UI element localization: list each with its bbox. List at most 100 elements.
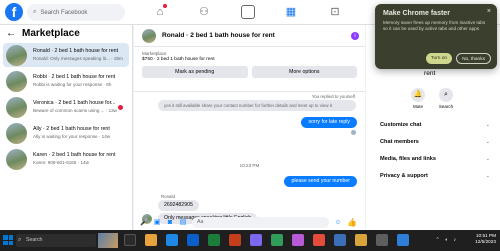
- image-icon[interactable]: ▣: [153, 218, 161, 226]
- search-icon: ⌕: [33, 9, 37, 15]
- sender-name: Ronald: [161, 194, 175, 199]
- edge-icon[interactable]: [166, 234, 178, 246]
- sticker-icon[interactable]: ◙: [166, 219, 174, 226]
- listing-price-title[interactable]: $750 · 2 bed 1 bath house for rent: [142, 57, 357, 62]
- message-bubble-outgoing[interactable]: please send your number: [284, 176, 357, 187]
- microphone-icon[interactable]: 🎤: [140, 218, 149, 226]
- close-icon[interactable]: ×: [487, 8, 491, 15]
- chevron-down-icon: ⌄: [485, 156, 490, 162]
- sidebar-title: Marketplace: [22, 27, 80, 39]
- widgets-icon[interactable]: [98, 233, 118, 248]
- emoji-icon[interactable]: ☺: [334, 219, 342, 226]
- clock[interactable]: 10:51 PM 12/5/2023: [475, 233, 496, 245]
- file-explorer-icon[interactable]: [145, 234, 157, 246]
- windows-start-icon[interactable]: [3, 235, 13, 245]
- conversation-name: Veronica · 2 bed 1 bath house for...: [33, 100, 116, 106]
- chrome-icon[interactable]: [271, 234, 283, 246]
- message-bubble-outgoing[interactable]: sorry for late reply: [301, 117, 357, 128]
- marketplace-listing-box: Marketplace $750 · 2 bed 1 bath house fo…: [134, 47, 365, 92]
- search-facebook-input[interactable]: ⌕ Search Facebook: [27, 4, 125, 21]
- app-icon[interactable]: [376, 234, 388, 246]
- chrome-memory-saver-popup: Make Chrome faster × Memory saver frees …: [375, 4, 497, 69]
- media-files-links-row[interactable]: Media, files and links ⌄: [380, 156, 490, 162]
- people-icon[interactable]: ⚇: [197, 5, 211, 19]
- like-icon[interactable]: 👍: [347, 218, 357, 227]
- app-icon[interactable]: [334, 234, 346, 246]
- customize-chat-row[interactable]: Customize chat ⌄: [380, 122, 490, 128]
- conversation-preview: Ronald: Only messages speaking lit... · …: [33, 56, 123, 61]
- conversation-preview: Beware of common scams using ... · 13w: [33, 108, 117, 113]
- sidebar-header: ← Marketplace: [0, 25, 132, 41]
- conversation-name: Ronald · 2 bed 1 bath house for rent: [33, 48, 119, 54]
- turn-on-button[interactable]: Turn on: [425, 53, 453, 64]
- no-thanks-button[interactable]: No, thanks: [456, 53, 491, 64]
- message-composer: 🎤 ▣ ◙ ▤ Aa ☺ 👍: [134, 214, 365, 230]
- seen-avatar: [351, 130, 356, 135]
- info-icon[interactable]: i: [351, 32, 359, 40]
- conversation-name: Karen · 2 bed 1 bath house for rent: [33, 152, 116, 158]
- search-action[interactable]: ⌕ Search: [434, 88, 458, 109]
- marketplace-icon[interactable]: ▦: [284, 5, 298, 19]
- app-icon[interactable]: [292, 234, 304, 246]
- bell-icon: 🔔: [411, 88, 425, 102]
- conversation-preview: Ally is waiting for your response · 14w: [33, 134, 111, 139]
- chevron-down-icon: ⌄: [485, 173, 490, 179]
- chat-header: Ronald · 2 bed 1 bath house for rent i: [134, 25, 365, 47]
- windows-taskbar: Search ⌃ ◐ ♪ 10:51 PM 12/5/2023: [0, 230, 500, 251]
- chat-title[interactable]: Ronald · 2 bed 1 bath house for rent: [162, 32, 275, 39]
- system-tray-icons[interactable]: ⌃ ◐ ♪: [436, 237, 459, 243]
- conversation-item[interactable]: Ronald · 2 bed 1 bath house for rent Ron…: [3, 43, 129, 67]
- message-bubble-incoming[interactable]: 2692482905: [158, 200, 199, 211]
- powerpoint-icon[interactable]: [229, 234, 241, 246]
- conversation-preview: Karen: 909-601-6165 · 14w: [33, 160, 89, 165]
- avatar[interactable]: [142, 28, 156, 43]
- avatar: [6, 45, 27, 66]
- task-view-icon[interactable]: [124, 234, 136, 246]
- time-separator: 10:23 PM: [239, 163, 260, 168]
- replied-note: You replied to yourself: [311, 94, 355, 99]
- row-label: Privacy & support: [380, 173, 428, 179]
- app-icon[interactable]: [313, 234, 325, 246]
- word-icon[interactable]: [187, 234, 199, 246]
- avatar: [6, 123, 27, 144]
- gif-icon[interactable]: ▤: [179, 218, 187, 226]
- gaming-icon[interactable]: ⊡: [328, 5, 342, 19]
- avatar: [6, 97, 27, 118]
- app-icon[interactable]: [355, 234, 367, 246]
- search-label: Search: [438, 104, 454, 109]
- mark-as-pending-button[interactable]: Mark as pending: [142, 66, 248, 78]
- more-options-button[interactable]: More options: [251, 66, 357, 78]
- back-arrow-icon[interactable]: ←: [6, 28, 16, 39]
- mute-label: Mute: [412, 104, 423, 109]
- taskbar-search[interactable]: Search: [16, 234, 96, 247]
- app-icon[interactable]: [397, 234, 409, 246]
- quoted-message[interactable]: yes it still available share your contac…: [158, 100, 356, 111]
- mute-action[interactable]: 🔔 Mute: [406, 88, 430, 109]
- video-icon[interactable]: [241, 5, 255, 19]
- excel-icon[interactable]: [208, 234, 220, 246]
- clock-date: 12/5/2023: [475, 239, 496, 244]
- chevron-down-icon: ⌄: [485, 139, 490, 145]
- message-list: You replied to yourself yes it still ava…: [134, 92, 365, 224]
- popup-body: Memory saver frees up memory from inacti…: [383, 20, 486, 31]
- teams-icon[interactable]: [250, 234, 262, 246]
- marketplace-sidebar: ← Marketplace Ronald · 2 bed 1 bath hous…: [0, 25, 133, 230]
- row-label: Media, files and links: [380, 156, 436, 162]
- conversation-item[interactable]: Veronica · 2 bed 1 bath house for... Bew…: [3, 95, 129, 119]
- conversation-item[interactable]: Karen · 2 bed 1 bath house for rent Kare…: [3, 147, 129, 171]
- chat-panel: Ronald · 2 bed 1 bath house for rent i M…: [134, 25, 365, 230]
- search-placeholder: Search Facebook: [40, 9, 88, 16]
- popup-title: Make Chrome faster: [383, 10, 450, 17]
- conversation-preview: Robbi is waiting for your response · 6h: [33, 82, 112, 87]
- privacy-support-row[interactable]: Privacy & support ⌄: [380, 173, 490, 179]
- facebook-logo[interactable]: f: [5, 3, 23, 21]
- marketplace-label: Marketplace: [142, 51, 167, 56]
- search-icon: ⌕: [439, 88, 453, 102]
- unread-dot: [118, 105, 123, 110]
- conversation-item[interactable]: Robbi · 2 bed 1 bath house for rent Robb…: [3, 69, 129, 93]
- message-input[interactable]: Aa: [192, 216, 329, 228]
- chat-members-row[interactable]: Chat members ⌄: [380, 139, 490, 145]
- avatar: [6, 149, 27, 170]
- row-label: Chat members: [380, 139, 419, 145]
- conversation-item[interactable]: Ally · 2 bed 1 bath house for rent Ally …: [3, 121, 129, 145]
